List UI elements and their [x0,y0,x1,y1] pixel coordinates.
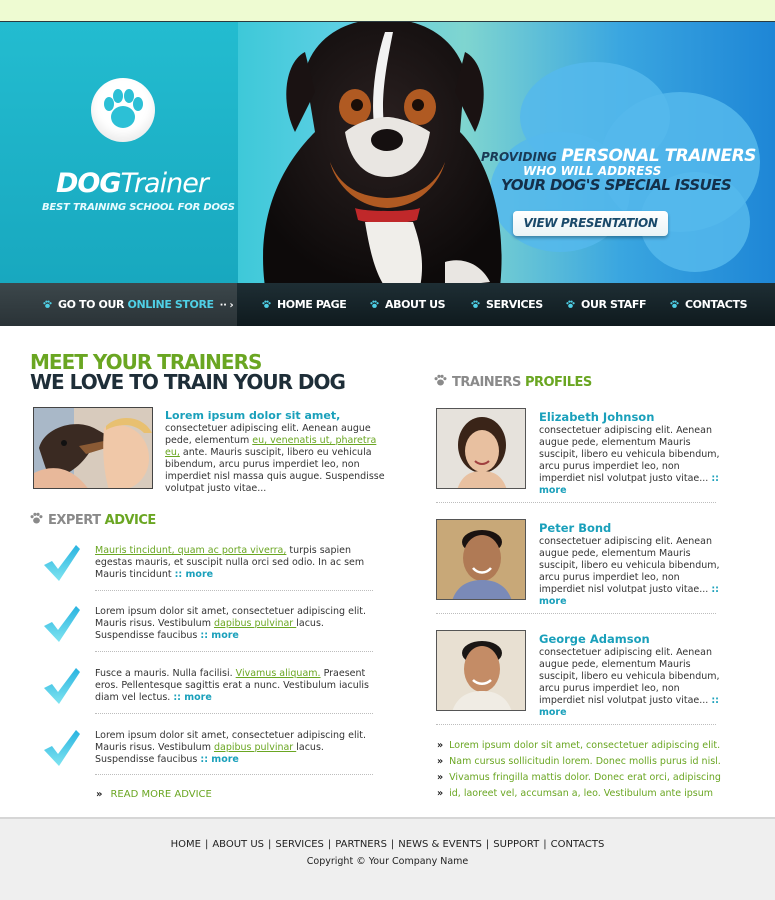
nav-item-contacts[interactable]: CONTACTS [670,298,747,311]
separator: | [204,839,209,850]
paw-icon [91,78,155,142]
trainer-card: Peter Bond consectetuer adipiscing elit.… [436,519,726,611]
advice-item: Lorem ipsum dolor sit amet, consectetuer… [38,604,378,658]
trainer-photo [436,519,526,600]
advice-link[interactable]: Vivamus aliquam. [236,668,321,679]
tagline-special: YOUR DOG'S SPECIAL ISSUES [501,176,732,194]
expert-advice-title: EXPERT ADVICE [30,512,156,528]
nav-item-services[interactable]: SERVICES [471,298,543,311]
main-nav: GO TO OUR ONLINE STORE ·· › HOME PAGE ABO… [0,283,775,326]
divider [436,502,716,503]
advice-item: Fusce a mauris. Nulla facilisi. Vivamus … [38,666,378,720]
trainer-name[interactable]: Elizabeth Johnson [539,410,654,424]
trainer-photo [436,630,526,711]
advice-link[interactable]: dapibus pulvinar [214,618,296,629]
paw-icon [262,300,271,308]
store-accent: ONLINE STORE [127,298,215,311]
trainer-photo [436,408,526,489]
intro-lead: Lorem ipsum dolor sit amet, [165,409,341,422]
separator: | [268,839,272,850]
chevron-icon: » [437,756,444,767]
heading-love-train: WE LOVE TO TRAIN YOUR DOG [30,370,346,394]
trainer-name[interactable]: George Adamson [539,632,650,646]
trainers-profiles-title: TRAINERS PROFILES [434,374,592,390]
trainer-card: George Adamson consectetuer adipiscing e… [436,630,726,722]
separator: | [543,839,547,850]
dog-image [245,22,510,283]
footer-link-home[interactable]: HOME [171,839,201,850]
read-more-advice-link[interactable]: » READ MORE ADVICE [96,789,212,800]
logo-panel[interactable]: DOGTrainer BEST TRAINING SCHOOL FOR DOGS [0,22,238,283]
intro-text-b: ante. Mauris suscipit, libero eu vehicul… [165,447,385,494]
trainer-name[interactable]: Peter Bond [539,521,611,535]
paw-icon [370,300,379,308]
divider [95,713,373,714]
footer-link-support[interactable]: SUPPORT [493,839,539,850]
more-link[interactable]: :: more [200,754,238,765]
more-link[interactable]: :: more [200,630,238,641]
dog-kiss-photo [33,407,153,489]
logo-title: DOGTrainer [56,168,209,199]
nav-label: ABOUT US [385,298,446,311]
paw-icon [30,512,43,524]
store-prefix: GO TO OUR [58,298,125,311]
divider [436,613,716,614]
footer-link-contacts[interactable]: CONTACTS [551,839,605,850]
chevron-icon: » [96,789,103,800]
trainer-bullet-list: » Lorem ipsum dolor sit amet, consectetue… [437,740,737,804]
footer-link-about[interactable]: ABOUT US [212,839,264,850]
divider [436,724,716,725]
nav-label: CONTACTS [685,298,748,311]
tagline-providing: PROVIDING PERSONAL TRAINERS [481,146,756,166]
online-store-link[interactable]: GO TO OUR ONLINE STORE ·· › [0,283,237,326]
view-presentation-button[interactable]: VIEW PRESENTATION [513,211,668,236]
separator: | [390,839,395,850]
bullet-link[interactable]: » Nam cursus sollicitudin lorem. Donec mo… [437,756,737,772]
divider [95,651,373,652]
nav-label: HOME PAGE [277,298,347,311]
paw-icon [43,300,52,308]
paw-icon [670,300,679,308]
paw-icon [434,374,447,386]
paw-icon [566,300,575,308]
advice-link[interactable]: dapibus pulvinar [214,742,296,753]
intro-paragraph: Lorem ipsum dolor sit amet, consectetuer… [165,410,390,495]
more-link[interactable]: :: more [173,692,211,703]
nav-label: OUR STAFF [581,298,647,311]
footer-link-partners[interactable]: PARTNERS [335,839,387,850]
checkmark-icon [44,730,80,766]
advice-item: Mauris tincidunt, quam ac porta viverra,… [38,543,378,597]
separator: | [485,839,490,850]
nav-item-staff[interactable]: OUR STAFF [566,298,647,311]
chevron-icon: » [437,772,444,783]
divider [95,590,373,591]
logo-tagline: BEST TRAINING SCHOOL FOR DOGS [42,202,235,213]
checkmark-icon [44,668,80,704]
checkmark-icon [44,545,80,581]
top-strip [0,0,775,22]
header-banner: DOGTrainer BEST TRAINING SCHOOL FOR DOGS [0,22,775,283]
nav-item-home[interactable]: HOME PAGE [262,298,347,311]
divider [95,774,373,775]
bullet-link[interactable]: » id, laoreet vel, accumsan a, leo. Vesti… [437,788,737,804]
bullet-link[interactable]: » Lorem ipsum dolor sit amet, consectetue… [437,740,737,756]
paw-icon [471,300,480,308]
copyright: Copyright © Your Company Name [306,856,469,867]
footer-link-services[interactable]: SERVICES [275,839,324,850]
arrow-right-icon: ·· › [219,300,234,311]
chevron-icon: » [437,740,444,751]
chevron-icon: » [437,788,444,799]
footer: HOME | ABOUT US | SERVICES | PARTNERS | NEWS & E… [0,817,775,900]
trainer-card: Elizabeth Johnson consectetuer adipiscin… [436,408,726,500]
footer-link-news[interactable]: NEWS & EVENTS [398,839,482,850]
nav-item-about[interactable]: ABOUT US [370,298,446,311]
checkmark-icon [44,606,80,642]
separator: | [327,839,332,850]
nav-label: SERVICES [486,298,543,311]
advice-link[interactable]: Mauris tincidunt, quam ac porta viverra, [95,545,286,556]
footer-links: HOME | ABOUT US | SERVICES | PARTNERS | NEWS & E… [0,839,775,850]
bullet-link[interactable]: » Vivamus fringilla mattis dolor. Donec e… [437,772,737,788]
more-link[interactable]: :: more [175,569,213,580]
